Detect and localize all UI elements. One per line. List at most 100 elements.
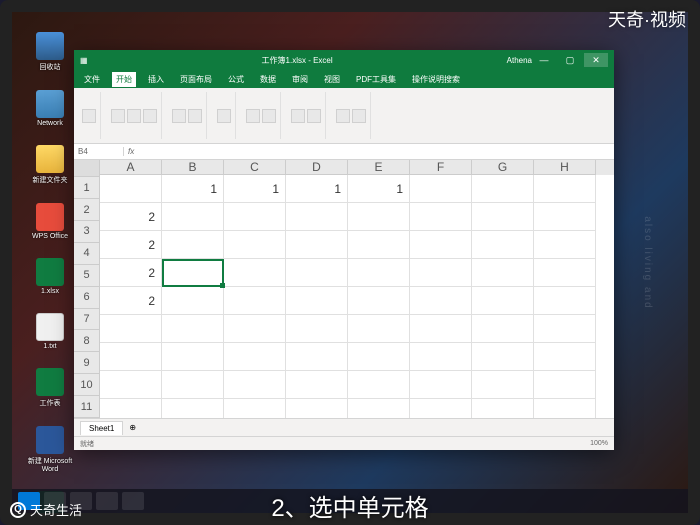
cell[interactable] (472, 343, 534, 371)
maximize-button[interactable]: ▢ (558, 53, 582, 67)
cell[interactable] (534, 231, 596, 259)
cell[interactable] (410, 343, 472, 371)
select-all-corner[interactable] (74, 160, 100, 177)
cell[interactable]: 1 (162, 175, 224, 203)
ribbon-tab[interactable]: PDF工具集 (352, 72, 400, 87)
row-header[interactable]: 1 (74, 177, 100, 199)
paste-button[interactable] (82, 109, 96, 123)
desktop-icon[interactable]: 回收站 (20, 32, 80, 72)
ribbon-tab[interactable]: 数据 (256, 72, 280, 87)
cell[interactable] (224, 371, 286, 399)
cell[interactable] (410, 259, 472, 287)
bold-button[interactable] (127, 109, 141, 123)
sum-button[interactable] (336, 109, 350, 123)
desktop-icon[interactable]: 1.txt (20, 313, 80, 350)
task-edge[interactable] (96, 492, 118, 510)
cell[interactable] (286, 259, 348, 287)
cell[interactable] (286, 343, 348, 371)
merge-button[interactable] (188, 109, 202, 123)
cell[interactable] (410, 371, 472, 399)
cell[interactable] (162, 287, 224, 315)
cell[interactable] (224, 315, 286, 343)
styles-button[interactable] (246, 109, 260, 123)
cell[interactable] (224, 287, 286, 315)
cell[interactable] (348, 371, 410, 399)
cell[interactable]: 1 (286, 175, 348, 203)
row-header[interactable]: 10 (74, 374, 100, 396)
desktop-icon[interactable]: 新建 Microsoft Word (20, 426, 80, 473)
close-button[interactable]: ✕ (584, 53, 608, 67)
row-header[interactable]: 11 (74, 396, 100, 418)
cell[interactable] (286, 203, 348, 231)
cell[interactable] (410, 315, 472, 343)
ribbon-tab[interactable]: 公式 (224, 72, 248, 87)
cell[interactable] (162, 203, 224, 231)
cell[interactable] (348, 231, 410, 259)
cell[interactable]: 2 (100, 287, 162, 315)
cell[interactable] (162, 315, 224, 343)
cell[interactable] (410, 231, 472, 259)
row-header[interactable]: 8 (74, 330, 100, 352)
delete-button[interactable] (307, 109, 321, 123)
minimize-button[interactable]: — (532, 53, 556, 67)
cell[interactable] (348, 343, 410, 371)
cell[interactable] (472, 203, 534, 231)
cell[interactable] (534, 343, 596, 371)
column-header[interactable]: C (224, 160, 286, 175)
cell[interactable] (472, 399, 534, 418)
cell[interactable]: 1 (348, 175, 410, 203)
column-header[interactable]: G (472, 160, 534, 175)
cell[interactable] (100, 371, 162, 399)
row-header[interactable]: 5 (74, 265, 100, 287)
cell[interactable] (100, 343, 162, 371)
row-header[interactable]: 2 (74, 199, 100, 221)
cell[interactable] (286, 315, 348, 343)
cell[interactable]: 2 (100, 259, 162, 287)
column-header[interactable]: H (534, 160, 596, 175)
column-header[interactable]: A (100, 160, 162, 175)
cell[interactable] (224, 399, 286, 418)
cell[interactable] (534, 315, 596, 343)
desktop-icon[interactable]: 1.xlsx (20, 258, 80, 295)
cell[interactable] (534, 175, 596, 203)
ribbon-tab[interactable]: 开始 (112, 72, 136, 87)
cell[interactable] (410, 203, 472, 231)
cell[interactable] (348, 287, 410, 315)
desktop-icon[interactable]: WPS Office (20, 203, 80, 240)
italic-button[interactable] (143, 109, 157, 123)
sheet-tab[interactable]: Sheet1 (80, 421, 123, 435)
cell[interactable] (162, 259, 224, 287)
cell[interactable] (534, 259, 596, 287)
cell[interactable] (472, 259, 534, 287)
cell[interactable] (286, 399, 348, 418)
ribbon-tab[interactable]: 视图 (320, 72, 344, 87)
ribbon-tab[interactable]: 操作说明搜索 (408, 72, 464, 87)
fx-icon[interactable]: fx (124, 147, 138, 156)
cell[interactable] (410, 287, 472, 315)
cell[interactable] (286, 231, 348, 259)
number-button[interactable] (217, 109, 231, 123)
cell[interactable] (286, 287, 348, 315)
cell[interactable] (472, 315, 534, 343)
cell[interactable] (534, 399, 596, 418)
cell[interactable]: 1 (224, 175, 286, 203)
cell[interactable] (348, 399, 410, 418)
cell[interactable] (100, 315, 162, 343)
desktop-icon[interactable]: Network (20, 90, 80, 127)
cell[interactable] (224, 231, 286, 259)
row-header[interactable]: 9 (74, 352, 100, 374)
cell[interactable] (534, 203, 596, 231)
cell[interactable] (162, 343, 224, 371)
column-header[interactable]: E (348, 160, 410, 175)
cell[interactable] (534, 287, 596, 315)
sort-button[interactable] (352, 109, 366, 123)
row-header[interactable]: 3 (74, 221, 100, 243)
cell[interactable] (472, 231, 534, 259)
cell[interactable] (534, 371, 596, 399)
cell[interactable] (348, 203, 410, 231)
cell[interactable] (286, 371, 348, 399)
cell[interactable] (162, 231, 224, 259)
ribbon-tab[interactable]: 插入 (144, 72, 168, 87)
column-header[interactable]: B (162, 160, 224, 175)
cell[interactable] (410, 175, 472, 203)
